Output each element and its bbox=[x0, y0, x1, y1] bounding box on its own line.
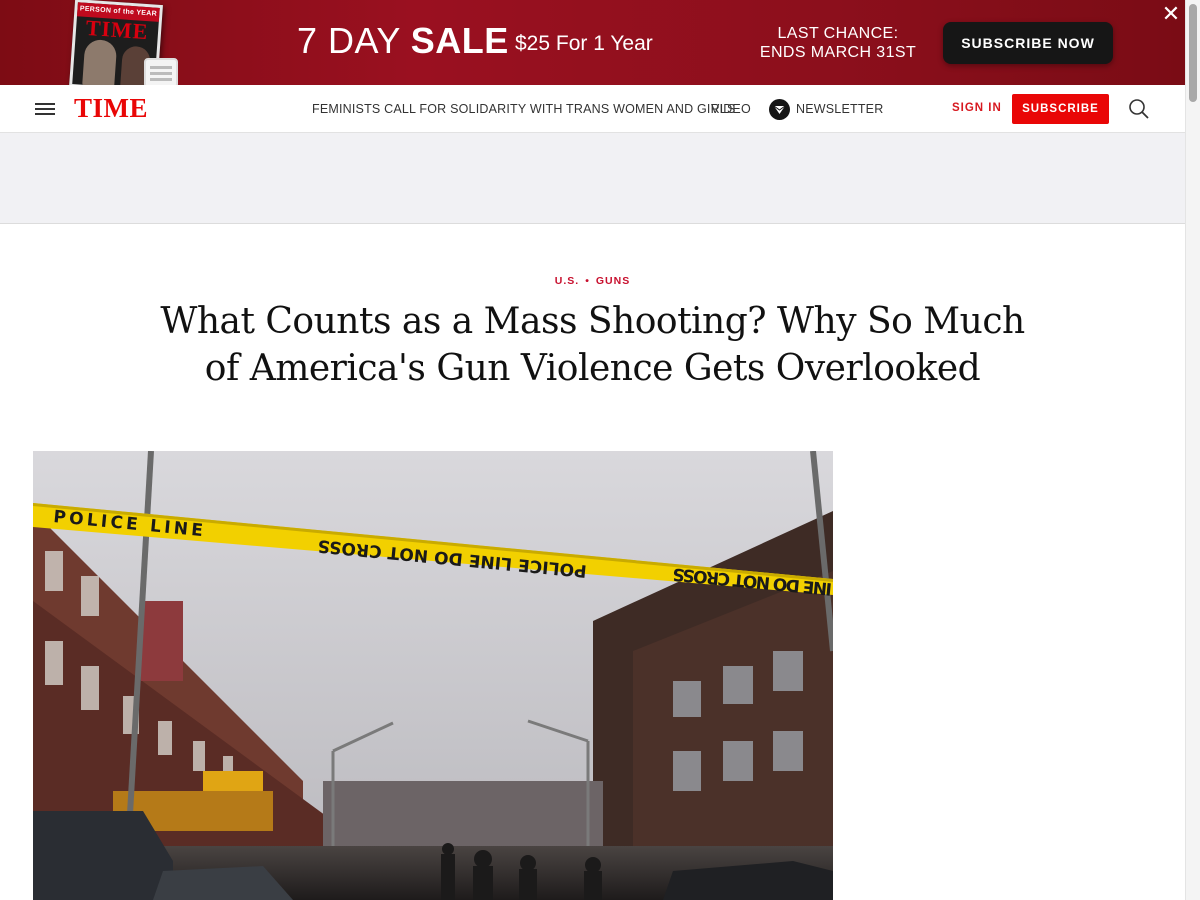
close-icon[interactable]: ✕ bbox=[1159, 4, 1183, 26]
cover-masthead: TIME bbox=[85, 14, 150, 45]
top-navigation: TIME FEMINISTS CALL FOR SOLIDARITY WITH … bbox=[0, 85, 1185, 133]
promo-price: $25 For 1 Year bbox=[515, 32, 653, 55]
promo-banner[interactable]: PERSON of the YEAR TIME 7 DAY SALE $25 F… bbox=[0, 0, 1185, 85]
promo-title-light: 7 DAY bbox=[297, 20, 401, 61]
nav-link-newsletter[interactable]: NEWSLETTER bbox=[796, 102, 883, 116]
article-headline: What Counts as a Mass Shooting? Why So M… bbox=[120, 298, 1065, 392]
promo-title-bold: SALE bbox=[410, 20, 509, 61]
promo-deadline-line2: ENDS MARCH 31ST bbox=[759, 44, 917, 61]
section-link-guns[interactable]: GUNS bbox=[596, 275, 630, 287]
search-icon[interactable] bbox=[1128, 98, 1150, 120]
time-logo[interactable]: TIME bbox=[74, 93, 148, 124]
subscribe-now-button[interactable]: SUBSCRIBE NOW bbox=[943, 22, 1113, 64]
newsletter-icon[interactable] bbox=[769, 99, 790, 120]
subscribe-button[interactable]: SUBSCRIBE bbox=[1012, 94, 1109, 124]
cover-portrait-left bbox=[82, 38, 118, 85]
headline-line-2: of America's Gun Violence Gets Overlooke… bbox=[204, 348, 981, 389]
nav-link-video[interactable]: VIDEO bbox=[711, 102, 751, 116]
page: PERSON of the YEAR TIME 7 DAY SALE $25 F… bbox=[0, 0, 1185, 900]
scrollbar-thumb[interactable] bbox=[1189, 4, 1197, 102]
menu-icon[interactable] bbox=[35, 102, 55, 116]
promo-title: 7 DAY SALE bbox=[297, 20, 509, 62]
promo-deadline-line1: LAST CHANCE: bbox=[777, 25, 899, 42]
separator-dot: • bbox=[585, 275, 590, 287]
section-link-us[interactable]: U.S. bbox=[555, 275, 579, 287]
headline-line-1: What Counts as a Mass Shooting? Why So M… bbox=[160, 301, 1025, 342]
promo-deadline: LAST CHANCE: ENDS MARCH 31ST bbox=[758, 24, 918, 62]
page-scrollbar[interactable] bbox=[1185, 0, 1200, 900]
hero-image: POLICE LINE POLICE LINE DO NOT CROSS INE… bbox=[33, 451, 833, 900]
ad-slot bbox=[0, 133, 1185, 224]
section-breadcrumb: U.S. • GUNS bbox=[0, 275, 1185, 287]
phone-icon bbox=[144, 58, 178, 85]
nav-link-feminists[interactable]: FEMINISTS CALL FOR SOLIDARITY WITH TRANS… bbox=[312, 102, 736, 116]
sign-in-link[interactable]: SIGN IN bbox=[952, 102, 1002, 114]
